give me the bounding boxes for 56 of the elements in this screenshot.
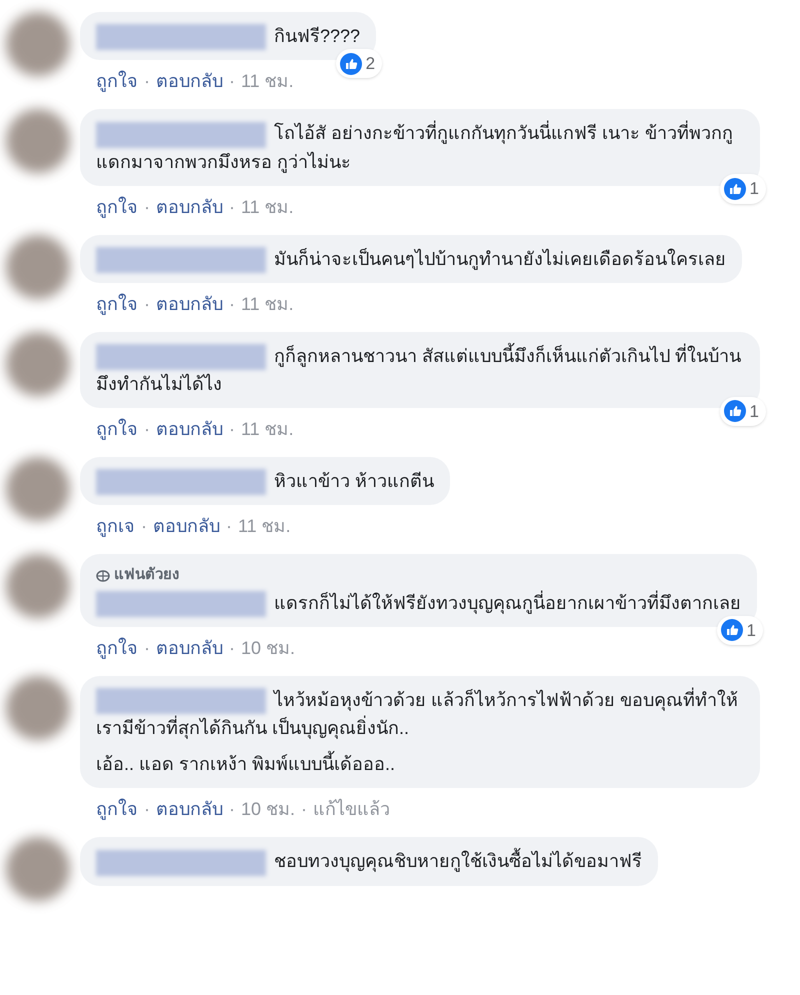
- separator-dot: ·: [301, 798, 308, 822]
- separator-dot: ·: [144, 637, 150, 660]
- reply-link[interactable]: ตอบกลับ: [156, 416, 223, 443]
- avatar[interactable]: [6, 332, 70, 396]
- comment-text: กินฟรี????: [96, 22, 360, 50]
- comment-text: มันก็น่าจะเป็นคนๆไปบ้านกูทำนายังไม่เคยเดือดร้อนใครเลย: [96, 244, 726, 273]
- separator-dot: ·: [229, 70, 235, 94]
- avatar[interactable]: [6, 12, 70, 76]
- thumbs-up-icon: [724, 178, 746, 200]
- comment-text: หิวแาข้าว ห้าวแกตีน: [96, 467, 434, 496]
- reaction-count[interactable]: 2: [336, 48, 382, 78]
- avatar[interactable]: [6, 676, 70, 740]
- globe-icon: [96, 570, 110, 582]
- separator-dot: ·: [226, 515, 232, 538]
- comment-text: โถไอ้สั อย่างกะข้าวที่กูแกกันทุกวันนี่แกฟรี เนาะ ข้าวที่พวกกูแดกมาจากพวกมึงหรอ กูว่าไม่นะ: [96, 119, 744, 176]
- like-link[interactable]: ถูกใจ: [96, 635, 138, 662]
- like-link[interactable]: ถูกใจ: [96, 290, 138, 318]
- avatar[interactable]: [6, 234, 70, 298]
- comment-text: แดรกก็ไม่ได้ให้ฟรียังทวงบุญคุณกูนี่อยากเผาข้าวที่มึงตากเลย: [96, 588, 741, 617]
- separator-dot: ·: [144, 70, 150, 94]
- like-link[interactable]: ถูกใจ: [96, 68, 138, 96]
- thumbs-up-icon: [724, 400, 746, 422]
- reply-link[interactable]: ตอบกลับ: [156, 290, 223, 318]
- separator-dot: ·: [229, 292, 235, 316]
- comment-text: ชอบทวงบุญคุณชิบหายกูใช้เงินซื้อไม่ได้ขอมาฟรี: [96, 847, 642, 876]
- reply-link[interactable]: ตอบกลับ: [156, 68, 223, 96]
- fan-label: แฟนตัวยง: [114, 565, 179, 586]
- separator-dot: ·: [144, 196, 150, 218]
- like-link[interactable]: ถูกใจ: [96, 796, 138, 824]
- reaction-count[interactable]: 1: [720, 396, 766, 426]
- reply-link[interactable]: ตอบกลับ: [156, 194, 223, 220]
- separator-dot: ·: [144, 418, 150, 441]
- separator-dot: ·: [144, 798, 150, 822]
- avatar[interactable]: [6, 109, 70, 174]
- like-link[interactable]: ถูกใจ: [96, 194, 138, 220]
- separator-dot: ·: [229, 418, 235, 441]
- separator-dot: ·: [229, 798, 235, 822]
- avatar[interactable]: [6, 554, 70, 618]
- thumbs-up-icon: [720, 619, 743, 642]
- comment-text: เอ้อ.. แอด รากเหง้า พิมพ์แบบนี้เด้อออ..: [96, 750, 744, 778]
- comment-text: ไหว้หม้อหุงข้าวด้วย แล้วก็ไหว้การไฟฟ้าด้วย ขอบคุณที่ทำให้เรามีข้าวที่สุกได้กินกัน เป็นบุญคุณยิ่งนัก..: [96, 686, 744, 742]
- avatar[interactable]: [6, 457, 70, 521]
- comment-text: กูก็ลูกหลานชาวนา สัสแต่แบบนี้มึงก็เห็นแก่ตัวเกินไป ที่ในบ้านมึงทำกันไม่ได้ไง: [96, 342, 744, 398]
- separator-dot: ·: [141, 515, 147, 538]
- thumbs-up-icon: [340, 52, 362, 74]
- reaction-count[interactable]: 1: [720, 174, 766, 204]
- reply-link[interactable]: ตอบกลับ: [156, 635, 223, 662]
- avatar[interactable]: [6, 837, 70, 902]
- like-link[interactable]: ถูกใจ: [96, 416, 138, 443]
- like-link[interactable]: ถูกเจ: [96, 513, 135, 540]
- separator-dot: ·: [229, 196, 235, 218]
- reply-link[interactable]: ตอบกลับ: [153, 513, 220, 540]
- separator-dot: ·: [229, 637, 235, 660]
- separator-dot: ·: [144, 292, 150, 316]
- reaction-count[interactable]: 1: [716, 616, 763, 645]
- reply-link[interactable]: ตอบกลับ: [156, 796, 223, 824]
